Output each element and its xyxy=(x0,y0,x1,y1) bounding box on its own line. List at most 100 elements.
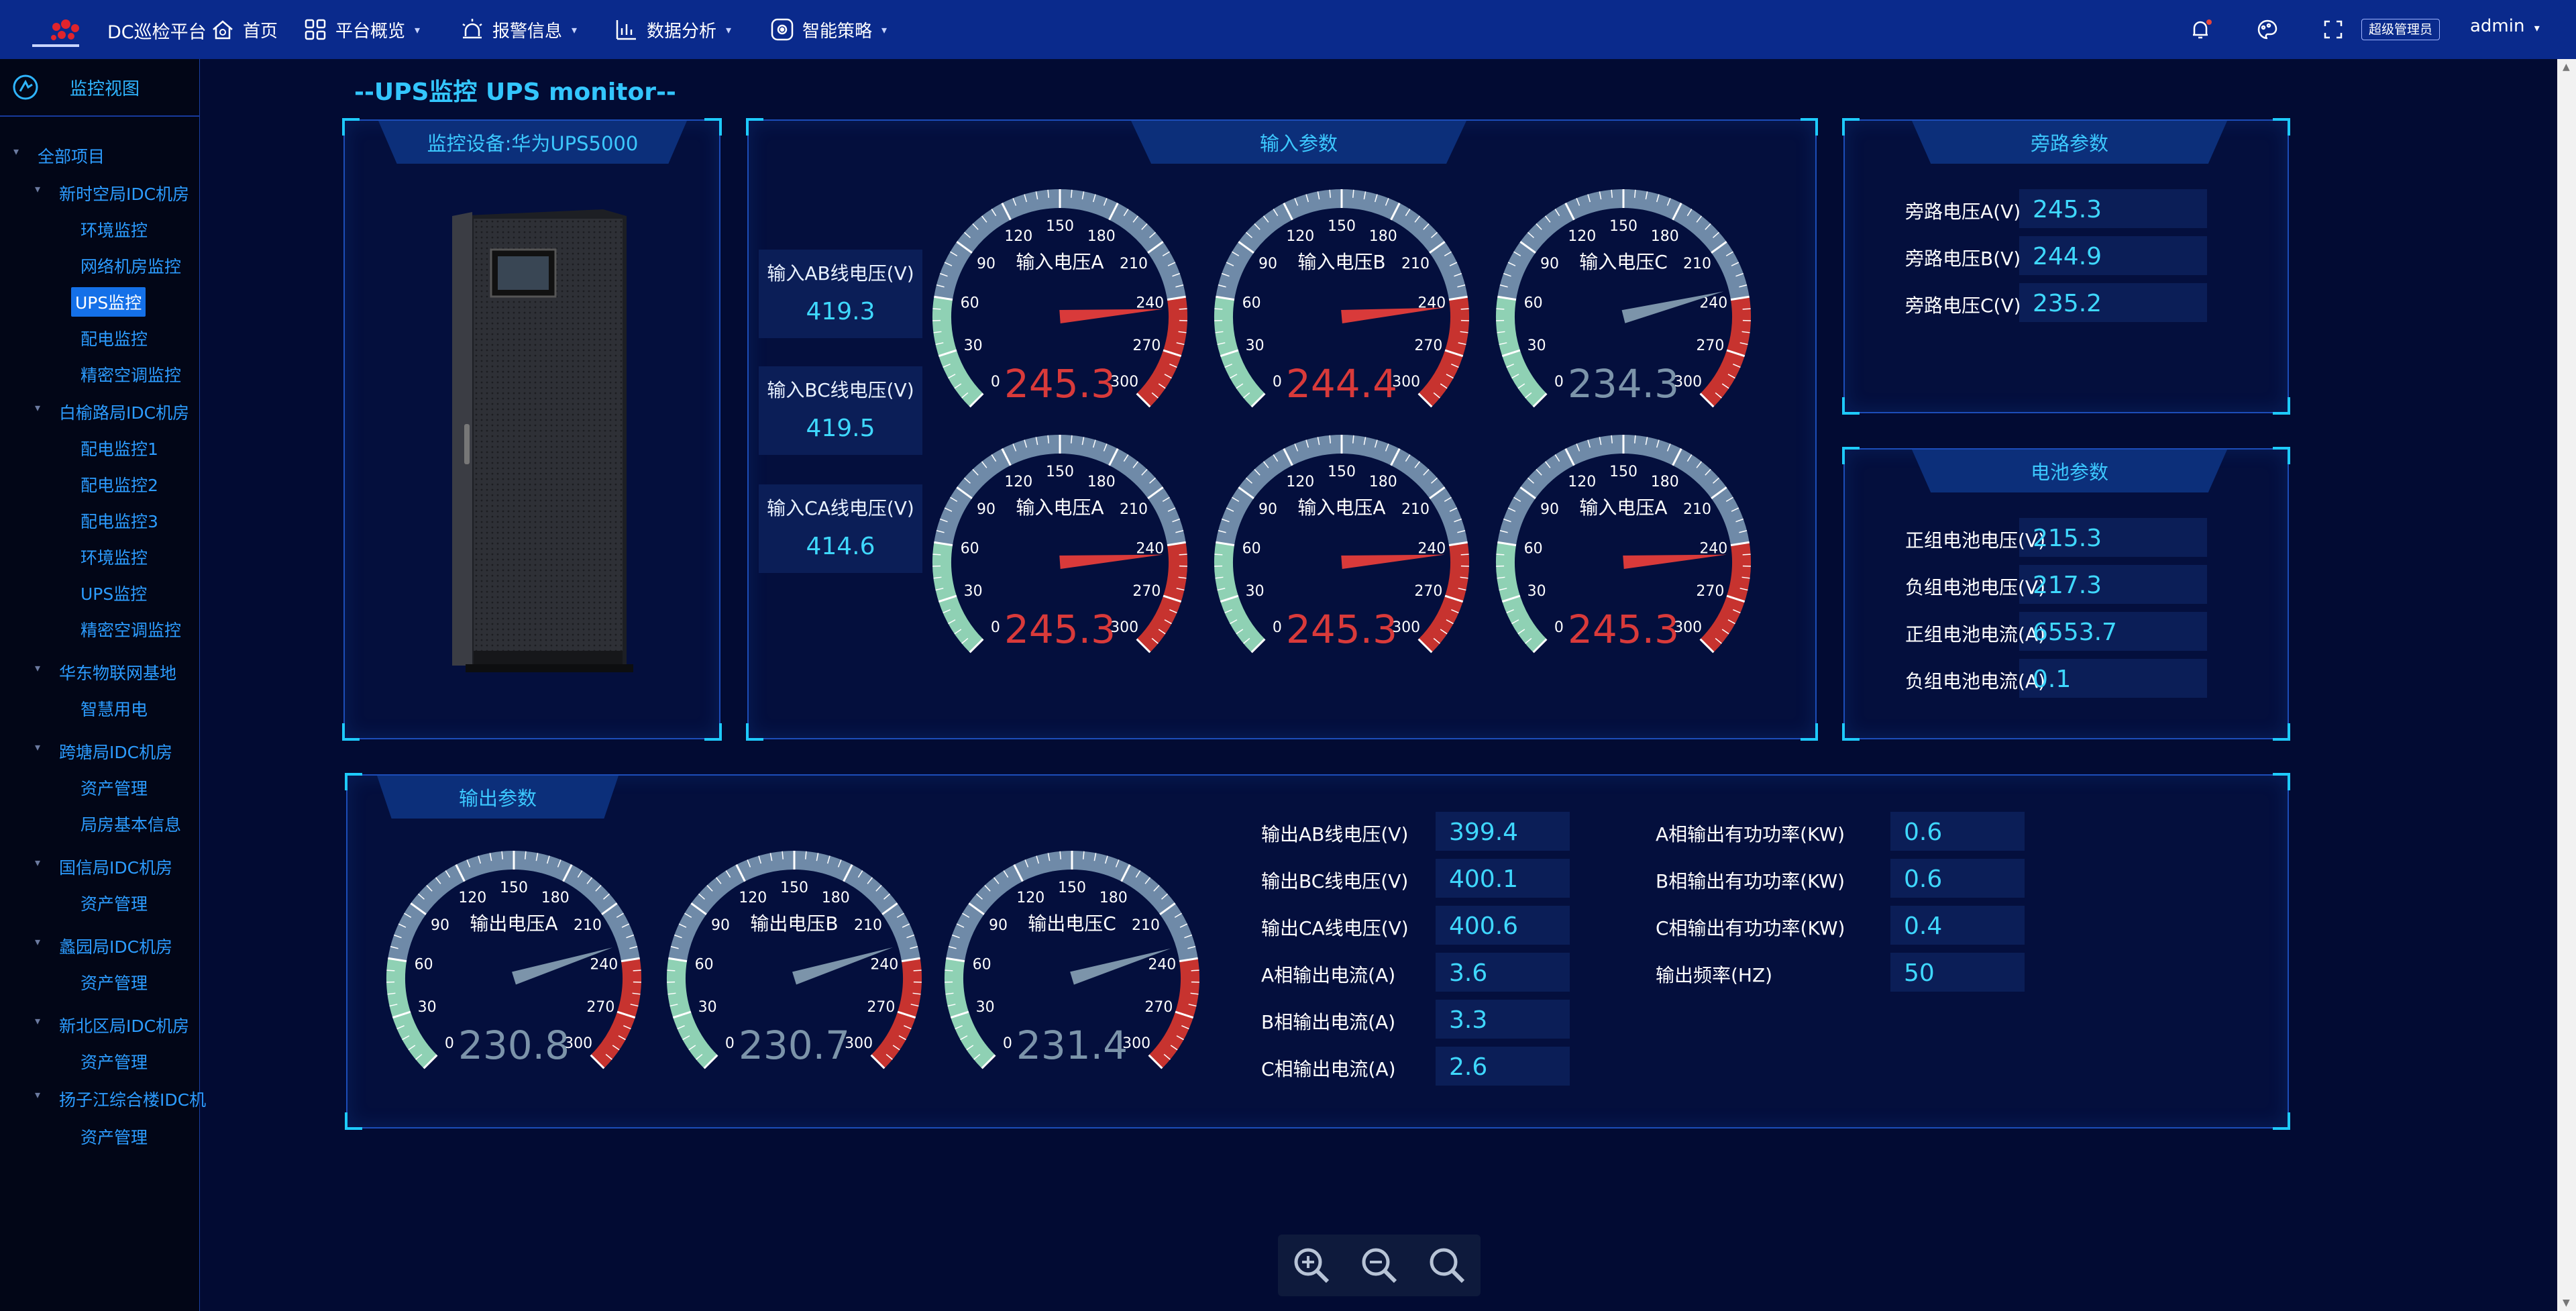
gauge-band-mid xyxy=(1216,435,1468,545)
sidebar-item[interactable]: UPS监控 xyxy=(71,287,146,317)
sidebar-item-label: 资产管理 xyxy=(80,1128,148,1147)
param-value: 215.3 xyxy=(2033,525,2102,552)
sidebar: 监控视图 ▾ 全部项目 ▾ 新时空局IDC机房 环境监控 网络机房监控 UPS监控 配电监控精… xyxy=(0,59,206,1311)
gauge-tick-label: 0 xyxy=(991,619,1000,636)
gauge-tick-label: 120 xyxy=(1568,228,1596,245)
sidebar-item[interactable]: 资产管理 xyxy=(80,891,148,915)
gauge-tick-label: 240 xyxy=(590,957,618,974)
nav-home[interactable]: 首页 xyxy=(209,0,278,59)
gauge-tick-label: 90 xyxy=(977,256,996,272)
sidebar-item[interactable]: ▾ 国信局IDC机房 xyxy=(35,855,173,879)
sidebar-item[interactable]: UPS监控 xyxy=(80,581,147,605)
zoom-out-icon[interactable] xyxy=(1358,1244,1401,1287)
sidebar-item[interactable]: ▾ 扬子江综合楼IDC机 xyxy=(35,1087,207,1111)
expand-arrow-icon[interactable]: ▾ xyxy=(35,1088,40,1101)
sidebar-item-label: 配电监控 xyxy=(80,329,148,349)
sidebar-item[interactable]: 配电监控3 xyxy=(80,509,158,533)
nav-data-analysis[interactable]: 数据分析 ▾ xyxy=(613,0,731,59)
user-menu[interactable]: admin ▾ xyxy=(2470,16,2540,36)
sidebar-item-label: 扬子江综合楼IDC机 xyxy=(59,1090,207,1110)
sidebar-item[interactable]: 资产管理 xyxy=(80,1049,148,1073)
bypass-parameters-panel: 旁路参数 旁路电压A(V) 245.3 旁路电压B(V) 244.9 旁路电压C(V) 2… xyxy=(1842,118,2290,415)
gauge-tick-label: 90 xyxy=(989,917,1008,934)
gauge-tick-label: 120 xyxy=(1568,474,1596,490)
sidebar-item-label: 配电监控1 xyxy=(80,439,158,459)
sidebar-item[interactable]: ▾ 新时空局IDC机房 xyxy=(35,181,189,205)
search-icon[interactable] xyxy=(1426,1244,1468,1287)
gauge-tick-label: 60 xyxy=(961,541,979,558)
zoom-in-icon[interactable] xyxy=(1290,1244,1333,1287)
sidebar-item[interactable]: ▾ 全部项目 xyxy=(13,144,105,168)
gauge-tick xyxy=(1742,554,1751,556)
sidebar-item[interactable]: ▾ 蠡园局IDC机房 xyxy=(35,934,172,958)
nav-platform-overview-label: 平台概览 xyxy=(335,21,406,42)
sidebar-item[interactable]: ▾ 华东物联网基地 xyxy=(35,660,176,684)
nav-smart-strategy[interactable]: 智能策略 ▾ xyxy=(769,0,887,59)
sidebar-item[interactable]: ▾ 白榆路局IDC机房 xyxy=(35,400,189,424)
scroll-up-arrow[interactable]: ▲ xyxy=(2563,62,2570,72)
sidebar-heading: 监控视图 xyxy=(70,78,140,99)
expand-arrow-icon[interactable]: ▾ xyxy=(35,935,40,948)
scroll-down-arrow[interactable]: ▼ xyxy=(2563,1298,2570,1308)
sidebar-item[interactable]: 环境监控 xyxy=(80,545,148,569)
gauge-tick-label: 0 xyxy=(1554,619,1564,636)
expand-arrow-icon[interactable]: ▾ xyxy=(13,145,19,158)
gauge-tick-label: 210 xyxy=(1683,256,1711,272)
param-row: 输出AB线电压(V) 399.4 xyxy=(1261,812,1570,851)
sidebar-item-label: 智慧用电 xyxy=(80,700,148,719)
bypass-panel-title: 旁路参数 xyxy=(1912,121,2227,164)
sidebar-header[interactable]: 监控视图 xyxy=(0,59,199,117)
expand-arrow-icon[interactable]: ▾ xyxy=(35,662,40,674)
gauge-tick-label: 90 xyxy=(431,917,449,934)
sidebar-item[interactable]: 智慧用电 xyxy=(80,696,148,721)
theme-icon[interactable] xyxy=(2255,17,2279,42)
sidebar-item[interactable]: 资产管理 xyxy=(80,1124,148,1149)
sidebar-item-label: 全部项目 xyxy=(38,147,105,166)
sidebar-item[interactable]: 配电监控2 xyxy=(80,472,158,496)
sidebar-item[interactable]: 环境监控 xyxy=(80,217,148,242)
sidebar-item-label: 国信局IDC机房 xyxy=(59,858,173,878)
gauge-tick-label: 0 xyxy=(1003,1035,1012,1052)
sidebar-item-label: UPS监控 xyxy=(75,293,142,313)
gauge-tick-label: 240 xyxy=(1148,957,1176,974)
sidebar-item[interactable]: ▾ 跨塘局IDC机房 xyxy=(35,739,172,764)
gauge-tick-label: 30 xyxy=(1527,337,1546,354)
gauge-tick-label: 60 xyxy=(1242,541,1261,558)
gauge-tick-label: 180 xyxy=(1099,890,1128,906)
sidebar-item[interactable]: 局房基本信息 xyxy=(80,812,181,836)
expand-arrow-icon[interactable]: ▾ xyxy=(35,1014,40,1027)
sidebar-item[interactable]: ▾ 新北区局IDC机房 xyxy=(35,1013,189,1037)
gauge-tick-label: 30 xyxy=(1246,583,1265,600)
gauge-tick-label: 90 xyxy=(1540,501,1559,518)
sidebar-item[interactable]: 配电监控 xyxy=(80,326,148,350)
vertical-scrollbar[interactable]: ▲ ▼ xyxy=(2557,59,2576,1311)
sidebar-item-label: 资产管理 xyxy=(80,974,148,993)
gauge-tick-label: 270 xyxy=(1696,337,1724,354)
sidebar-item-label: 环境监控 xyxy=(80,548,148,568)
param-value: 400.1 xyxy=(1449,866,1519,893)
gauge-title: 输出电压A xyxy=(470,912,557,935)
sidebar-item[interactable]: 网络机房监控 xyxy=(80,254,181,278)
expand-arrow-icon[interactable]: ▾ xyxy=(35,741,40,753)
expand-arrow-icon[interactable]: ▾ xyxy=(35,856,40,869)
nav-alarm-info[interactable]: 报警信息 ▾ xyxy=(459,0,577,59)
expand-arrow-icon[interactable]: ▾ xyxy=(35,182,40,195)
fullscreen-icon[interactable] xyxy=(2321,17,2345,42)
sidebar-item[interactable]: 精密空调监控 xyxy=(80,617,181,641)
input-ab-voltage-value: 419.3 xyxy=(806,298,875,325)
sidebar-item[interactable]: 资产管理 xyxy=(80,776,148,800)
expand-arrow-icon[interactable]: ▾ xyxy=(35,401,40,414)
bell-icon[interactable] xyxy=(2188,17,2212,42)
nav-platform-overview[interactable]: 平台概览 ▾ xyxy=(302,0,420,59)
chevron-down-icon: ▾ xyxy=(881,23,888,36)
gauge-band-mid xyxy=(1497,189,1750,300)
input-bc-voltage-label: 输入BC线电压(V) xyxy=(767,379,914,401)
gauge-tick-label: 180 xyxy=(1651,474,1679,490)
sidebar-item[interactable]: 精密空调监控 xyxy=(80,362,181,386)
gauge-tick-label: 150 xyxy=(500,880,528,896)
param-row: C相输出电流(A) 2.6 xyxy=(1261,1047,1570,1086)
sidebar-item[interactable]: 资产管理 xyxy=(80,970,148,994)
sidebar-item[interactable]: 配电监控1 xyxy=(80,436,158,460)
gauge-tick-label: 270 xyxy=(586,999,614,1016)
param-row: 负组电池电流(A) 0.1 xyxy=(1905,659,2254,698)
